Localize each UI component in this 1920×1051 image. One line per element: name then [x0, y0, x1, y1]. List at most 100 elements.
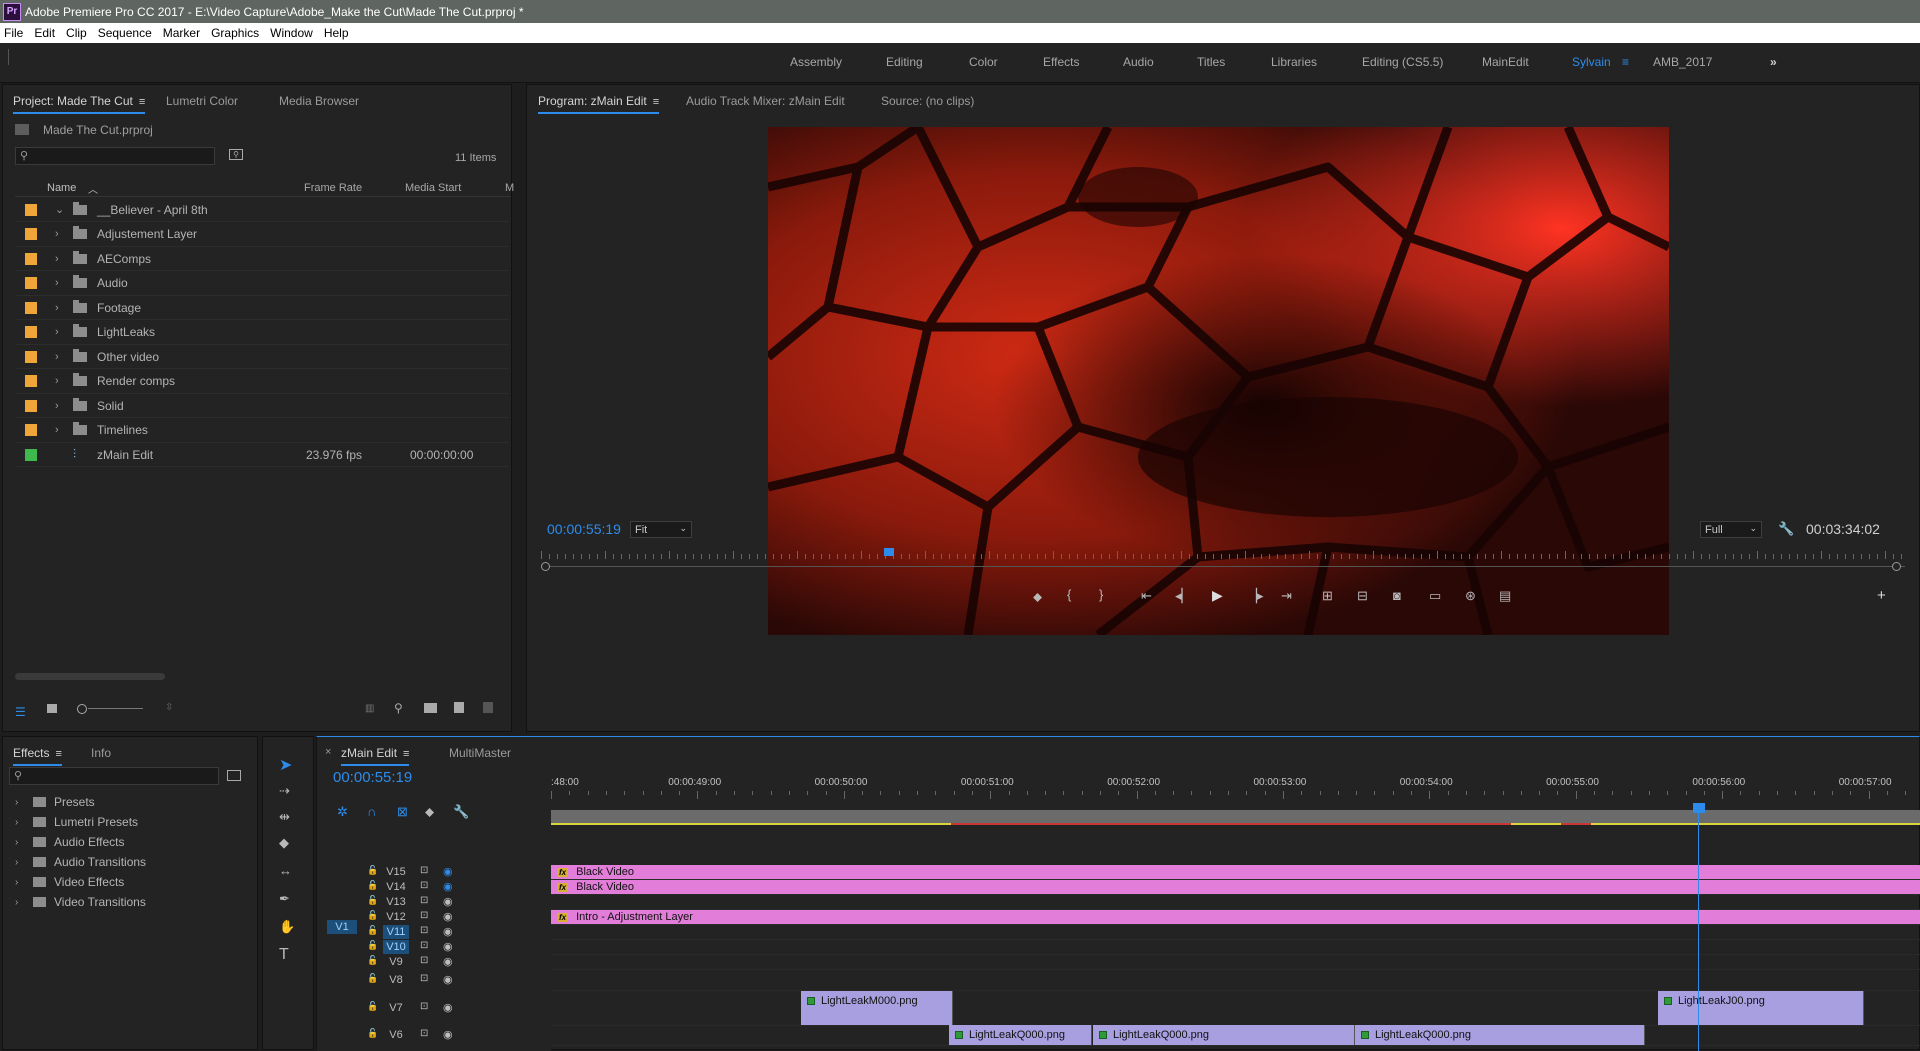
work-area-bar[interactable] — [551, 810, 1920, 824]
toggle-track-output-eye-icon[interactable]: ◉ — [443, 1001, 453, 1014]
panel-menu-icon[interactable]: ≡ — [55, 748, 61, 760]
timeline-clip[interactable]: fx Black Video — [551, 865, 1920, 879]
list-view-icon[interactable]: ☰ — [15, 705, 27, 719]
track-target-v15[interactable]: V15 — [383, 865, 409, 879]
project-item[interactable]: › Footage — [17, 296, 509, 320]
effects-search-input[interactable]: ⚲ — [9, 767, 219, 785]
lock-track-icon[interactable]: 🔓 — [367, 865, 378, 876]
tab-effects[interactable]: Effects ≡ — [13, 746, 62, 766]
icon-view-icon[interactable] — [47, 704, 57, 713]
hand-tool-icon[interactable]: ✋ — [279, 919, 295, 935]
nest-toggle-icon[interactable]: ✲ — [337, 804, 348, 820]
track-target-v10[interactable]: V10 — [383, 940, 409, 954]
linked-selection-icon[interactable]: ⊠ — [397, 804, 408, 820]
selection-tool-icon[interactable]: ➤ — [279, 755, 292, 775]
workspace-titles[interactable]: Titles — [1197, 55, 1225, 69]
tab-program-monitor[interactable]: Program: zMain Edit ≡ — [538, 94, 660, 114]
project-item[interactable]: › AEComps — [17, 247, 509, 271]
chevron-right-icon[interactable]: › — [55, 424, 69, 436]
chevron-down-icon[interactable]: ⌄ — [55, 203, 69, 216]
chevron-right-icon[interactable]: › — [15, 897, 33, 908]
tab-lumetri-color[interactable]: Lumetri Color — [166, 94, 238, 108]
workspace-menu-icon[interactable]: ≡ — [1622, 55, 1629, 69]
menu-window[interactable]: Window — [270, 26, 313, 40]
project-item[interactable]: ⌄ __Believer - April 8th — [17, 198, 509, 222]
menu-edit[interactable]: Edit — [34, 26, 55, 40]
lock-track-icon[interactable]: 🔓 — [367, 1028, 378, 1039]
tab-info[interactable]: Info — [91, 746, 111, 760]
toggle-sync-lock-icon[interactable]: ⊡ — [420, 940, 428, 951]
type-tool-icon[interactable]: T — [279, 946, 289, 964]
menu-sequence[interactable]: Sequence — [98, 26, 152, 40]
lock-track-icon[interactable]: 🔓 — [367, 940, 378, 951]
slip-tool-icon[interactable]: ↔ — [279, 863, 292, 878]
play-icon[interactable]: ▶ — [1212, 587, 1223, 604]
tab-sequence-zmain-edit[interactable]: zMain Edit ≡ — [341, 746, 410, 766]
chevron-right-icon[interactable]: › — [55, 277, 69, 289]
timeline-clip[interactable]: LightLeakQ000.png — [1355, 1025, 1645, 1045]
effects-bin[interactable]: › Video Transitions — [15, 895, 146, 909]
chevron-right-icon[interactable]: › — [15, 837, 33, 848]
label-color-swatch[interactable] — [25, 203, 37, 216]
horizontal-scrollbar[interactable] — [15, 673, 165, 680]
toggle-sync-lock-icon[interactable]: ⊡ — [420, 925, 428, 936]
chevron-right-icon[interactable]: › — [55, 253, 69, 265]
button-editor-plus-icon[interactable]: + — [1877, 587, 1886, 604]
workspace-assembly[interactable]: Assembly — [790, 55, 842, 69]
project-item[interactable]: › Timelines — [17, 419, 509, 443]
sort-ascending-icon[interactable]: ︿ — [88, 181, 98, 196]
effects-bin[interactable]: › Audio Effects — [15, 835, 125, 849]
safe-margins-icon[interactable]: ▭ — [1429, 588, 1441, 604]
track-target-v12[interactable]: V12 — [383, 910, 409, 924]
monitor-zoom-scrollbar[interactable] — [545, 566, 1905, 567]
label-color-swatch[interactable] — [25, 448, 37, 461]
project-item[interactable]: ⫶ zMain Edit 23.976 fps 00:00:00:00 — [17, 443, 509, 467]
workspace-sylvain[interactable]: Sylvain — [1572, 55, 1611, 69]
project-search-input[interactable]: ⚲ — [15, 147, 215, 165]
track-select-tool-icon[interactable]: ⇢ — [279, 783, 290, 799]
toggle-track-output-eye-icon[interactable]: ◉ — [443, 910, 453, 923]
project-item[interactable]: › Adjustement Layer — [17, 223, 509, 247]
toggle-track-output-eye-icon[interactable]: ◉ — [443, 940, 453, 953]
add-marker-icon[interactable]: ⬥ — [425, 804, 434, 820]
timeline-clip[interactable]: LightLeakQ000.png — [949, 1025, 1092, 1045]
step-forward-icon[interactable]: ▕▸ — [1247, 588, 1264, 604]
mark-in-icon[interactable]: { — [1067, 587, 1071, 602]
menu-file[interactable]: File — [4, 26, 23, 40]
extract-icon[interactable]: ⊟ — [1357, 588, 1368, 604]
step-back-icon[interactable]: ◂▏ — [1175, 588, 1192, 604]
toggle-sync-lock-icon[interactable]: ⊡ — [420, 865, 428, 876]
tab-project[interactable]: Project: Made The Cut ≡ — [13, 94, 146, 114]
zoom-slider-handle[interactable] — [77, 704, 87, 714]
track-target-v11[interactable]: V11 — [383, 925, 409, 939]
monitor-time-ruler[interactable] — [541, 551, 1905, 563]
wrench-icon[interactable]: 🔧 — [1778, 521, 1794, 537]
chevron-right-icon[interactable]: › — [15, 877, 33, 888]
label-color-swatch[interactable] — [25, 424, 37, 436]
project-item[interactable]: › Render comps — [17, 370, 509, 394]
menu-marker[interactable]: Marker — [163, 26, 200, 40]
toggle-track-output-eye-icon[interactable]: ◉ — [443, 1028, 453, 1041]
panel-menu-icon[interactable]: ≡ — [653, 96, 659, 108]
track-target-v8[interactable]: V8 — [383, 973, 409, 987]
column-media-start[interactable]: Media Start — [405, 182, 461, 194]
vr-video-icon[interactable]: ⊛ — [1465, 588, 1476, 604]
zoom-scroll-left-handle[interactable] — [541, 562, 550, 571]
timeline-clip[interactable]: fx Intro - Adjustment Layer — [551, 910, 1920, 924]
lock-track-icon[interactable]: 🔓 — [367, 895, 378, 906]
label-color-swatch[interactable] — [25, 277, 37, 289]
project-item[interactable]: › Audio — [17, 272, 509, 296]
mark-out-icon[interactable]: } — [1099, 587, 1103, 602]
new-search-bin-icon[interactable]: ⚲ — [229, 149, 243, 160]
lock-track-icon[interactable]: 🔓 — [367, 925, 378, 936]
export-frame-camera-icon[interactable]: ◙ — [1393, 588, 1401, 603]
timeline-clip[interactable]: LightLeakQ000.png — [1093, 1025, 1355, 1045]
monitor-playhead[interactable] — [883, 548, 894, 556]
track-target-v13[interactable]: V13 — [383, 895, 409, 909]
toggle-track-output-eye-icon[interactable]: ◉ — [443, 973, 453, 986]
close-tab-icon[interactable]: × — [325, 746, 331, 758]
chevron-right-icon[interactable]: › — [55, 326, 69, 338]
snap-magnet-icon[interactable]: ∩ — [367, 804, 376, 819]
toggle-sync-lock-icon[interactable]: ⊡ — [420, 910, 428, 921]
column-frame-rate[interactable]: Frame Rate — [304, 182, 362, 194]
